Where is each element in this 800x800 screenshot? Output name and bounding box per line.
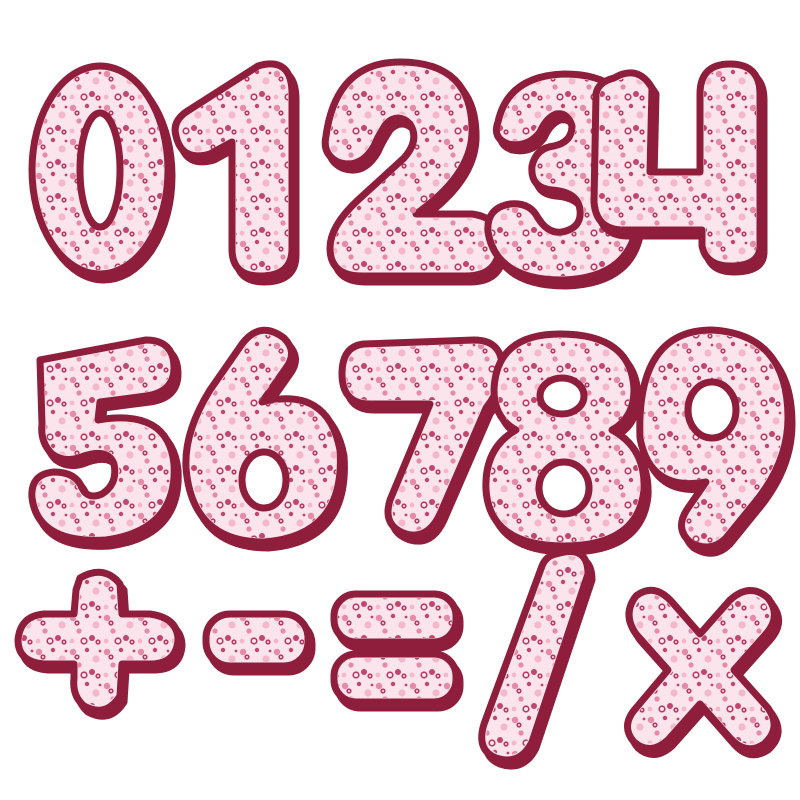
digit-seven-glyph [338, 336, 510, 545]
digit-two-glyph [321, 58, 508, 286]
digit-nine-glyph [636, 326, 796, 557]
times-sign-glyph [624, 586, 782, 759]
equals-sign-glyph [330, 590, 464, 712]
digit-zero-glyph [28, 62, 176, 284]
digit-eight-glyph [482, 330, 652, 556]
minus-sign-glyph [202, 610, 316, 676]
number-set-illustration [14, 58, 796, 770]
digit-five-glyph [28, 336, 182, 550]
slash-sign-glyph [478, 548, 596, 770]
digit-one-glyph [171, 60, 300, 286]
digit-six-glyph [182, 326, 348, 552]
plus-sign-glyph [14, 568, 186, 720]
